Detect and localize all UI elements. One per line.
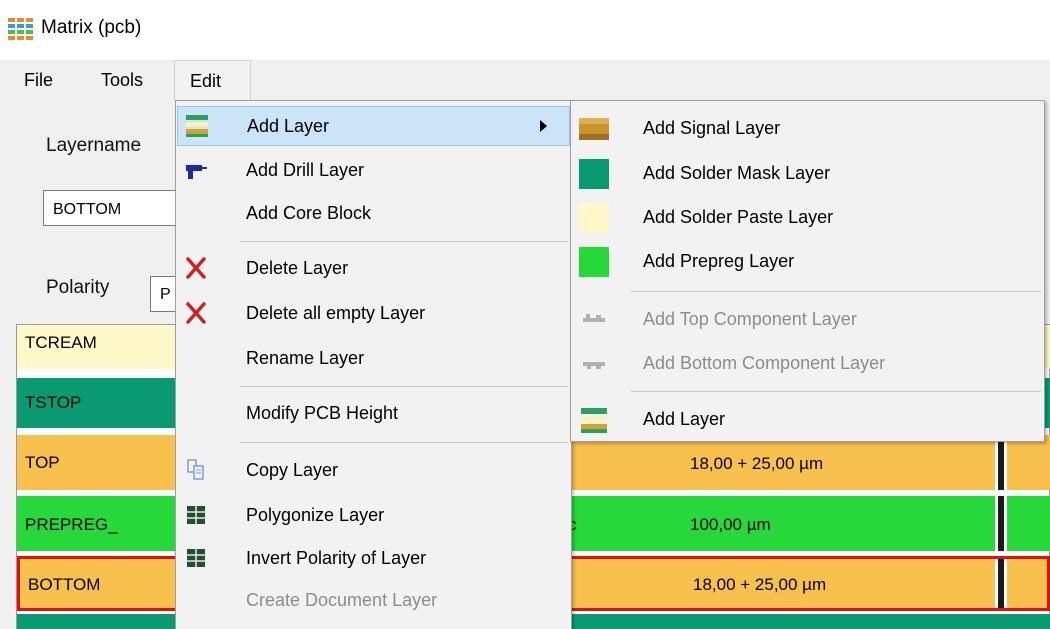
menu-item-label: Polygonize Layer bbox=[246, 505, 385, 525]
title-bar: Matrix (pcb) bbox=[0, 0, 1050, 60]
edit-menu-dropdown: Add Layer Add Drill Layer Add Core Block… bbox=[175, 100, 572, 629]
drill-icon bbox=[186, 165, 207, 179]
menu-separator bbox=[240, 386, 568, 387]
delete-x-icon bbox=[186, 257, 206, 279]
menu-separator bbox=[631, 291, 1041, 292]
submenu-item-label: Add Prepreg Layer bbox=[643, 251, 795, 271]
menu-item-label: Modify PCB Height bbox=[246, 403, 399, 423]
submenu-item-label: Add Signal Layer bbox=[643, 118, 781, 138]
layer-stack-bar bbox=[995, 559, 1007, 608]
layer-stack-bar bbox=[995, 435, 1007, 490]
layer-thickness: 18,00 + 25,00 µm bbox=[693, 575, 827, 594]
submenu-item-add-layer[interactable]: Add Layer bbox=[572, 397, 1043, 441]
top-component-icon bbox=[583, 314, 605, 322]
submenu-item-label: Add Layer bbox=[643, 409, 726, 429]
grid-icon bbox=[187, 506, 205, 524]
layer-name: TOP bbox=[25, 453, 60, 472]
submenu-item-add-top-component-layer: Add Top Component Layer bbox=[572, 297, 1043, 341]
bottom-component-icon bbox=[583, 362, 605, 369]
solder-paste-icon bbox=[579, 203, 609, 233]
window-title: Matrix (pcb) bbox=[41, 17, 142, 38]
menu-separator bbox=[240, 241, 568, 242]
menu-item-label: Rename Layer bbox=[246, 348, 365, 368]
matrix-app-icon bbox=[8, 18, 33, 40]
layer-thickness: 18,00 + 25,00 µm bbox=[690, 454, 824, 473]
menu-file[interactable]: File bbox=[24, 70, 53, 91]
copy-layer-icon bbox=[187, 459, 204, 480]
menu-item-label: Invert Polarity of Layer bbox=[246, 548, 427, 568]
menu-item-label: Copy Layer bbox=[246, 460, 339, 480]
menu-item-label: Delete all empty Layer bbox=[246, 303, 426, 323]
layer-name: TSTOP bbox=[25, 393, 82, 412]
submenu-item-label: Add Top Component Layer bbox=[643, 309, 857, 329]
layer-stack-bar bbox=[995, 496, 1007, 551]
submenu-item-add-solder-paste-layer[interactable]: Add Solder Paste Layer bbox=[572, 195, 1043, 239]
menu-separator bbox=[631, 391, 1041, 392]
submenu-item-add-signal-layer[interactable]: Add Signal Layer bbox=[572, 106, 1043, 150]
submenu-item-add-bottom-component-layer: Add Bottom Component Layer bbox=[572, 341, 1043, 385]
menu-item-create-document-layer: Create Document Layer bbox=[177, 581, 570, 621]
add-layer-submenu: Add Signal Layer Add Solder Mask Layer A… bbox=[570, 100, 1045, 442]
layer-name: PREPREG_ bbox=[25, 515, 118, 534]
submenu-item-add-solder-mask-layer[interactable]: Add Solder Mask Layer bbox=[572, 151, 1043, 195]
menu-item-modify-pcb-height[interactable]: Modify PCB Height bbox=[177, 394, 570, 434]
delete-x-icon bbox=[186, 302, 206, 324]
menu-edit[interactable]: Edit bbox=[174, 60, 251, 101]
layer-name: TCREAM bbox=[25, 333, 97, 352]
menu-item-add-drill-layer[interactable]: Add Drill Layer bbox=[177, 151, 570, 191]
menu-item-label: Add Core Block bbox=[246, 203, 372, 223]
layername-label: Layername bbox=[46, 135, 142, 156]
prepreg-icon bbox=[579, 247, 609, 277]
menu-separator bbox=[240, 442, 568, 443]
menu-item-label: Create Document Layer bbox=[246, 590, 438, 610]
menu-item-copy-layer[interactable]: Copy Layer bbox=[177, 451, 570, 491]
menu-tools[interactable]: Tools bbox=[101, 70, 143, 91]
signal-layer-icon bbox=[579, 118, 609, 140]
layer-stack-icon bbox=[186, 115, 208, 137]
menu-item-label: Add Drill Layer bbox=[246, 160, 365, 180]
submenu-item-label: Add Solder Paste Layer bbox=[643, 207, 834, 227]
menu-item-rename-layer[interactable]: Rename Layer bbox=[177, 339, 570, 379]
layer-name: BOTTOM bbox=[28, 575, 101, 594]
menu-bar: File Tools Edit bbox=[0, 60, 1050, 101]
submenu-arrow-icon bbox=[540, 120, 547, 132]
submenu-item-label: Add Solder Mask Layer bbox=[643, 163, 831, 183]
menu-item-invert-polarity[interactable]: Invert Polarity of Layer bbox=[177, 539, 570, 579]
menu-item-add-core-block[interactable]: Add Core Block bbox=[177, 194, 570, 234]
submenu-item-label: Add Bottom Component Layer bbox=[643, 353, 886, 373]
solder-mask-icon bbox=[579, 159, 609, 189]
menu-item-label: Add Layer bbox=[247, 116, 330, 136]
submenu-item-add-prepreg-layer[interactable]: Add Prepreg Layer bbox=[572, 239, 1043, 283]
grid-icon bbox=[187, 549, 205, 567]
menu-item-delete-all-empty-layer[interactable]: Delete all empty Layer bbox=[177, 294, 570, 334]
menu-item-delete-layer[interactable]: Delete Layer bbox=[177, 249, 570, 289]
menu-item-label: Delete Layer bbox=[246, 258, 349, 278]
layer-stack-icon bbox=[581, 408, 607, 433]
layer-thickness: 100,00 µm bbox=[690, 515, 771, 534]
polarity-label: Polarity bbox=[46, 277, 110, 298]
menu-item-add-layer[interactable]: Add Layer bbox=[177, 106, 570, 146]
menu-item-polygonize-layer[interactable]: Polygonize Layer bbox=[177, 496, 570, 536]
